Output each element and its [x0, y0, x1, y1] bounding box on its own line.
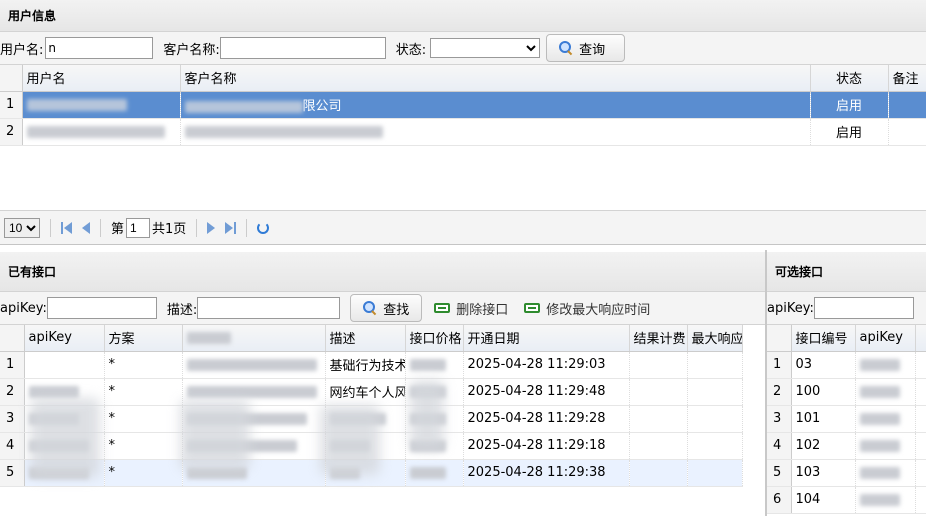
api-code-cell: 103 — [791, 459, 856, 487]
username-input[interactable] — [45, 37, 154, 59]
last-page-icon[interactable] — [225, 221, 237, 234]
row-number: 2 — [0, 118, 23, 146]
customer-name-label: 客户名称: — [163, 42, 220, 58]
api-find-button[interactable]: 查找 — [350, 294, 423, 322]
magnifier-icon — [559, 41, 573, 55]
page-prefix: 第 共1页 — [111, 217, 187, 238]
status-cell: 启用 — [810, 118, 889, 146]
user-table: 用户名 客户名称 状态 备注 1 限公司 启用 2 启用 — [0, 65, 926, 146]
column-header-apikey[interactable]: apiKey — [24, 325, 105, 352]
column-header-optional-apikey[interactable]: apiKey — [855, 325, 916, 352]
status-label: 状态: — [395, 42, 427, 58]
description-cell: 基础行为技术 — [325, 351, 406, 379]
plan-cell: * — [104, 351, 183, 379]
username-cell[interactable] — [22, 118, 181, 146]
optional-filter-toolbar: apiKey: — [767, 292, 926, 325]
api-code-cell: 104 — [791, 486, 856, 514]
column-header-api-price[interactable]: 接口价格 — [405, 325, 464, 352]
redaction-mark — [410, 380, 444, 450]
prev-page-icon[interactable] — [82, 221, 90, 234]
table-row[interactable]: 5 103 — [767, 459, 926, 487]
table-row[interactable]: 1 03 — [767, 351, 926, 379]
modify-max-response-button[interactable]: 修改最大响应时间 — [524, 299, 650, 318]
page-number-input[interactable] — [126, 217, 151, 238]
api-filter-toolbar: apiKey: 描述: 查找 删除接口 修改最大响应时间 — [0, 292, 765, 325]
optional-panel-title: 可选接口 — [767, 252, 926, 292]
description-label: 描述: — [166, 302, 198, 318]
first-page-icon[interactable] — [61, 221, 72, 234]
customer-name-cell[interactable]: 限公司 — [180, 91, 811, 119]
table-row[interactable]: 6 104 — [767, 486, 926, 514]
redaction-mark — [180, 400, 250, 470]
user-pager: 10 第 共1页 — [0, 210, 926, 245]
column-header-result-billing[interactable]: 结果计费 — [629, 325, 688, 352]
username-label: 用户名: — [0, 42, 44, 58]
column-header-description[interactable]: 描述 — [325, 325, 406, 352]
api-table-header: apiKey 方案 描述 接口价格 开通日期 结果计费 最大响应 — [0, 325, 743, 352]
row-number: 1 — [0, 91, 23, 119]
optional-apikey-input[interactable] — [813, 297, 914, 319]
column-header-open-date[interactable]: 开通日期 — [463, 325, 630, 352]
apikey-input[interactable] — [46, 297, 157, 319]
description-input[interactable] — [197, 297, 341, 319]
table-row[interactable]: 2 * 网约车个人风 2025-04-28 11:29:48 — [0, 378, 743, 406]
user-search-button[interactable]: 查询 — [546, 34, 626, 62]
column-header-remark[interactable]: 备注 — [888, 65, 926, 92]
column-header-max-response[interactable]: 最大响应 — [687, 325, 743, 352]
optional-apikey-label: apiKey: — [767, 300, 814, 316]
plan-cell: * — [104, 378, 183, 406]
username-cell[interactable] — [22, 91, 181, 119]
open-date-cell: 2025-04-28 11:29:48 — [463, 378, 630, 406]
column-header-redacted[interactable] — [182, 325, 326, 352]
table-row[interactable]: 2 启用 — [0, 118, 926, 146]
description-cell: 网约车个人风 — [325, 378, 406, 406]
api-panel-title: 已有接口 — [0, 252, 765, 292]
plan-cell: * — [104, 405, 183, 433]
redaction-mark — [30, 398, 100, 478]
api-code-cell: 03 — [791, 351, 856, 379]
open-date-cell: 2025-04-28 11:29:18 — [463, 432, 630, 460]
column-header-status[interactable]: 状态 — [810, 65, 889, 92]
user-table-header: 用户名 客户名称 状态 备注 — [0, 65, 926, 92]
plan-cell: * — [104, 459, 183, 487]
column-header-username[interactable]: 用户名 — [22, 65, 181, 92]
apikey-cell — [24, 351, 105, 379]
api-code-cell: 102 — [791, 432, 856, 460]
optional-api-table: 接口编号 apiKey 1 03 2 100 3 101 4 102 5 103… — [767, 325, 926, 514]
redaction-mark — [320, 405, 380, 475]
table-row[interactable]: 2 100 — [767, 378, 926, 406]
next-page-icon[interactable] — [207, 221, 216, 234]
remove-icon — [434, 303, 451, 313]
plan-cell: * — [104, 432, 183, 460]
refresh-icon[interactable] — [257, 221, 270, 234]
customer-name-cell[interactable] — [180, 118, 811, 146]
column-header-api-code[interactable]: 接口编号 — [791, 325, 856, 352]
column-header-customer-name[interactable]: 客户名称 — [180, 65, 811, 92]
page-total: 共1页 — [152, 222, 187, 237]
open-date-cell: 2025-04-28 11:29:03 — [463, 351, 630, 379]
table-row[interactable]: 1 限公司 启用 — [0, 91, 926, 119]
status-select[interactable] — [430, 38, 541, 58]
open-date-cell: 2025-04-28 11:29:28 — [463, 405, 630, 433]
remark-cell — [888, 118, 926, 146]
page-size-select[interactable]: 10 — [4, 217, 40, 238]
column-header-plan[interactable]: 方案 — [104, 325, 183, 352]
delete-api-button[interactable]: 删除接口 — [434, 299, 508, 318]
table-row[interactable]: 3 101 — [767, 405, 926, 433]
magnifier-icon — [363, 301, 377, 315]
customer-name-input[interactable] — [219, 37, 386, 59]
user-panel-title: 用户信息 — [0, 0, 926, 32]
open-date-cell: 2025-04-28 11:29:38 — [463, 459, 630, 487]
apikey-label: apiKey: — [0, 300, 47, 316]
optional-table-header: 接口编号 apiKey — [767, 325, 926, 352]
api-code-cell: 101 — [791, 405, 856, 433]
table-row[interactable]: 1 * 基础行为技术 2025-04-28 11:29:03 — [0, 351, 743, 379]
remark-cell — [888, 91, 926, 119]
edit-icon — [524, 303, 541, 313]
api-code-cell: 100 — [791, 378, 856, 406]
user-filter-toolbar: 用户名: 客户名称: 状态: 查询 — [0, 32, 926, 65]
row-number-header — [0, 65, 23, 92]
table-row[interactable]: 4 102 — [767, 432, 926, 460]
status-cell: 启用 — [810, 91, 889, 119]
